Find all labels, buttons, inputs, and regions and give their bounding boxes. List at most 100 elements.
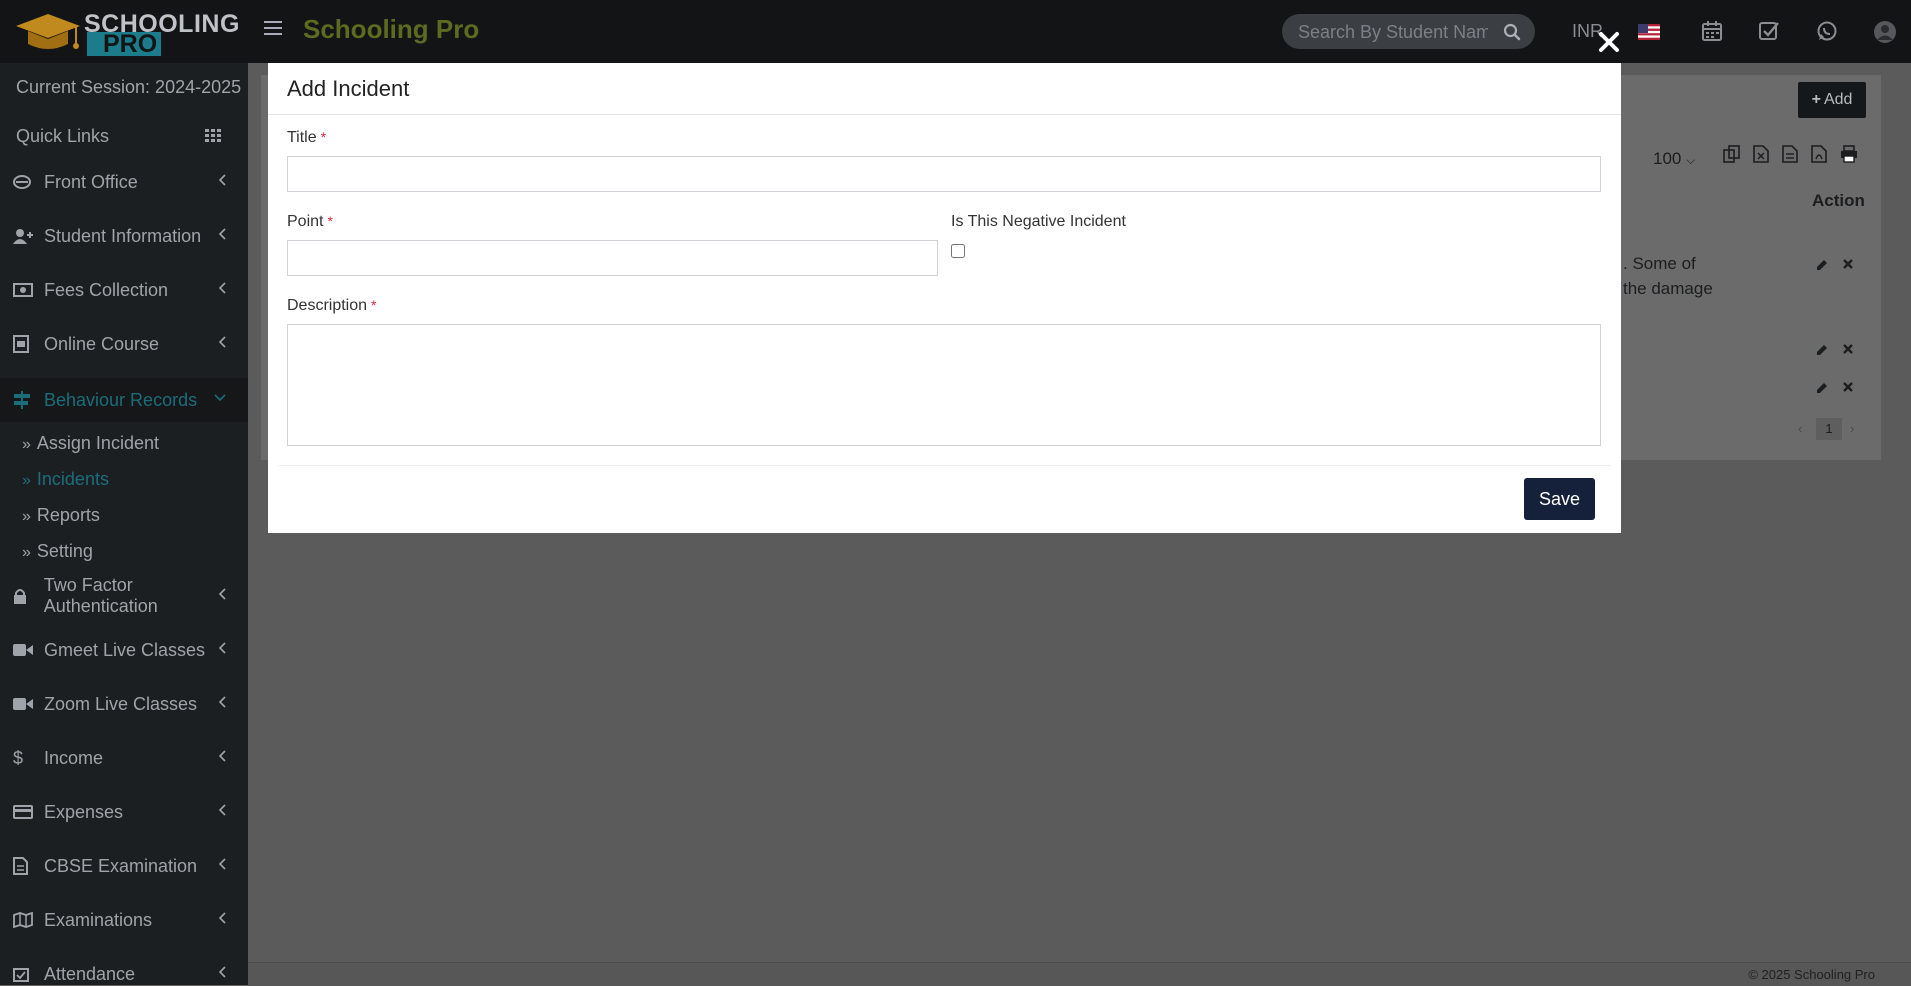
- us-flag-icon[interactable]: [1638, 24, 1660, 40]
- top-navbar: SCHOOLING PRO Schooling Pro INR: [0, 0, 1911, 63]
- delete-icon[interactable]: [1842, 343, 1854, 355]
- print-icon[interactable]: [1840, 145, 1858, 163]
- plus-icon: +: [1811, 91, 1821, 108]
- double-chevron-icon: »: [22, 544, 31, 561]
- chevron-left-icon: [218, 228, 226, 240]
- search-input[interactable]: [1296, 20, 1490, 44]
- sidebar-item-cbse-examination[interactable]: CBSE Examination: [0, 846, 248, 886]
- current-session: Current Session: 2024-2025: [16, 77, 242, 97]
- graduation-cap-icon: [16, 14, 80, 49]
- chevron-left-icon: [218, 750, 226, 762]
- modal-header: Add Incident: [268, 63, 1621, 115]
- point-input[interactable]: [287, 240, 938, 276]
- close-icon[interactable]: [1598, 31, 1620, 53]
- pagination-prev[interactable]: ‹: [1798, 421, 1802, 436]
- sidebar-item-student-information[interactable]: Student Information: [0, 216, 248, 256]
- delete-icon[interactable]: [1842, 381, 1854, 393]
- app-logo[interactable]: SCHOOLING PRO: [14, 6, 239, 58]
- sidebar-item-label: Zoom Live Classes: [44, 693, 198, 714]
- double-chevron-icon: »: [22, 472, 31, 489]
- front-office-icon: [13, 174, 35, 190]
- subitem-label: Incidents: [36, 469, 109, 489]
- sidebar-item-gmeet-live-classes[interactable]: Gmeet Live Classes: [0, 630, 248, 670]
- logo-text-bottom: PRO: [87, 32, 161, 57]
- row-description-text: . Some of: [1623, 254, 1696, 273]
- add-incident-button[interactable]: + Add: [1798, 82, 1866, 118]
- title-label: Title *: [287, 129, 326, 147]
- pdf-icon[interactable]: [1811, 145, 1827, 163]
- chevron-left-icon: [218, 966, 226, 978]
- title-input[interactable]: [287, 156, 1601, 192]
- sidebar-item-fees-collection[interactable]: Fees Collection: [0, 270, 248, 310]
- sidebar-item-income[interactable]: $ Income: [0, 738, 248, 778]
- required-marker: *: [327, 213, 333, 229]
- required-marker: *: [320, 129, 327, 145]
- user-avatar-icon[interactable]: [1873, 20, 1897, 44]
- sidebar-item-zoom-live-classes[interactable]: Zoom Live Classes: [0, 684, 248, 724]
- double-chevron-icon: »: [22, 436, 31, 453]
- modal-title: Add Incident: [287, 76, 410, 101]
- sidebar-item-label: Online Course: [44, 333, 160, 354]
- page-footer: © 2025 Schooling Pro: [248, 962, 1911, 986]
- sidebar-item-label: Examinations: [44, 909, 153, 930]
- page-size-value: 100: [1653, 149, 1682, 168]
- brand-title: Schooling Pro: [303, 14, 480, 44]
- dollar-icon: $: [13, 747, 24, 768]
- excel-icon[interactable]: [1753, 145, 1769, 163]
- chevron-left-icon: [218, 282, 226, 294]
- chevron-down-icon: [214, 394, 226, 402]
- row-description-text: the damage: [1623, 279, 1713, 298]
- edit-icon[interactable]: [1815, 381, 1829, 395]
- chevron-down-icon: ⌵: [1686, 153, 1696, 167]
- credit-card-icon: [13, 805, 35, 819]
- delete-icon[interactable]: [1842, 258, 1854, 270]
- copy-icon[interactable]: [1723, 145, 1741, 163]
- sidebar-subitem-assign-incident[interactable]: » Assign Incident: [22, 433, 159, 454]
- csv-icon[interactable]: [1782, 145, 1798, 163]
- description-textarea[interactable]: [287, 324, 1601, 446]
- sidebar-subitem-setting[interactable]: » Setting: [22, 541, 93, 562]
- add-incident-modal: Add Incident Title * Point * Is This Negat…: [268, 63, 1621, 533]
- student-search[interactable]: [1282, 14, 1535, 49]
- sidebar-item-expenses[interactable]: Expenses: [0, 792, 248, 832]
- page-size-select[interactable]: 100 ⌵: [1653, 149, 1695, 169]
- sidebar-subitem-reports[interactable]: » Reports: [22, 505, 100, 526]
- calendar-icon[interactable]: [1701, 20, 1723, 42]
- hamburger-menu-icon[interactable]: [264, 21, 282, 37]
- sidebar-item-two-factor-authentication[interactable]: Two Factor Authentication: [0, 575, 248, 616]
- edit-icon[interactable]: [1815, 258, 1829, 272]
- chevron-left-icon: [218, 912, 226, 924]
- chevron-left-icon: [218, 858, 226, 870]
- sidebar-item-examinations[interactable]: Examinations: [0, 900, 248, 940]
- pagination-page[interactable]: 1: [1816, 418, 1842, 440]
- whatsapp-icon[interactable]: [1816, 20, 1838, 42]
- save-button[interactable]: Save: [1524, 478, 1595, 520]
- pagination-next[interactable]: ›: [1850, 421, 1854, 436]
- video-icon: [13, 643, 35, 657]
- course-icon: [13, 335, 35, 353]
- task-check-icon[interactable]: [1758, 20, 1780, 42]
- lock-icon: [13, 588, 35, 604]
- chevron-left-icon: [218, 588, 226, 600]
- negative-incident-checkbox[interactable]: [951, 244, 965, 258]
- grid-icon[interactable]: [205, 129, 221, 143]
- subitem-label: Assign Incident: [36, 433, 159, 453]
- money-icon: [13, 283, 35, 297]
- sidebar-item-attendance[interactable]: Attendance: [0, 954, 248, 985]
- sidebar-item-front-office[interactable]: Front Office: [0, 162, 248, 202]
- negative-incident-label: Is This Negative Incident: [951, 213, 1126, 230]
- copyright-text: © 2025 Schooling Pro: [1748, 967, 1875, 982]
- sidebar-item-online-course[interactable]: Online Course: [0, 324, 248, 364]
- sidebar-subitem-incidents[interactable]: » Incidents: [22, 469, 109, 490]
- double-chevron-icon: »: [22, 508, 31, 525]
- sidebar-item-behaviour-records[interactable]: Behaviour Records: [0, 378, 248, 422]
- required-marker: *: [371, 297, 377, 313]
- document-icon: [13, 857, 35, 875]
- search-icon[interactable]: [1503, 23, 1521, 41]
- sidebar: Current Session: 2024-2025 Quick Links F…: [0, 63, 248, 985]
- edit-icon[interactable]: [1815, 343, 1829, 357]
- quick-links[interactable]: Quick Links: [16, 126, 109, 147]
- point-label: Point *: [287, 213, 333, 231]
- chevron-left-icon: [218, 336, 226, 348]
- calendar-check-icon: [13, 966, 35, 982]
